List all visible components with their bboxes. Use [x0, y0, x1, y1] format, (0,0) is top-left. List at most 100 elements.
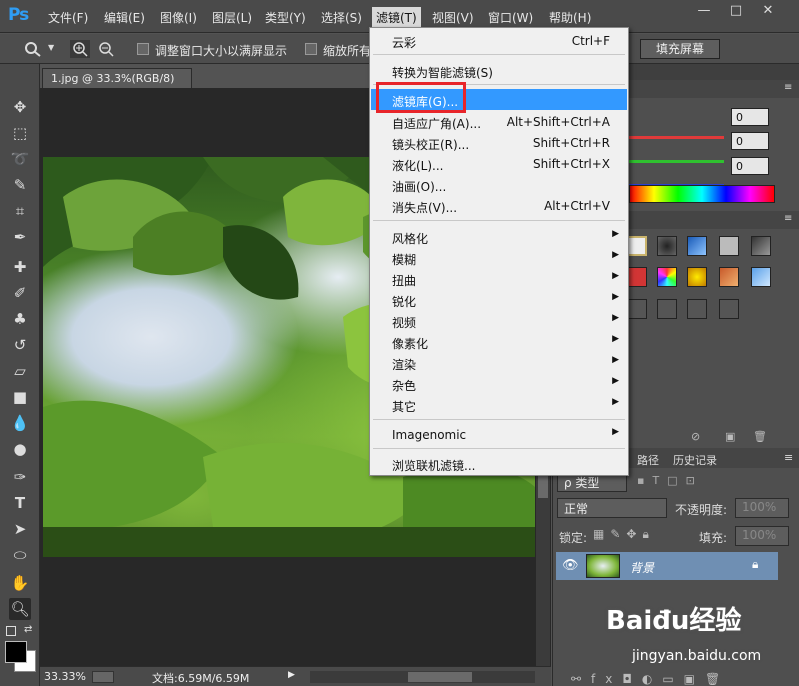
hand-tool-icon[interactable]: ✋: [9, 572, 31, 594]
menu-help[interactable]: 帮助(H): [549, 9, 591, 26]
minimize-button[interactable]: —: [692, 3, 716, 19]
close-button[interactable]: ✕: [756, 3, 780, 19]
style-swatch-chrome[interactable]: [751, 236, 771, 256]
menu-item-noise[interactable]: 杂色 ▶: [371, 373, 627, 394]
menu-item-clouds[interactable]: 云彩 Ctrl+F: [371, 30, 627, 51]
horizontal-scrollbar-thumb[interactable]: [408, 672, 472, 682]
default-colors-icon[interactable]: [6, 626, 16, 636]
type-tool-icon[interactable]: T: [9, 492, 31, 514]
menu-item-render[interactable]: 渲染 ▶: [371, 352, 627, 373]
green-value-input[interactable]: 0: [731, 132, 769, 150]
menu-item-pixelate[interactable]: 像素化 ▶: [371, 331, 627, 352]
menu-item-convert-smart-filters[interactable]: 转换为智能滤镜(S): [371, 60, 627, 81]
menu-type[interactable]: 类型(Y): [265, 9, 306, 26]
swap-colors-icon[interactable]: ⇄: [24, 624, 32, 635]
menu-layer[interactable]: 图层(L): [212, 9, 252, 26]
maximize-button[interactable]: □: [724, 3, 748, 19]
zoom-level[interactable]: 33.33%: [44, 670, 86, 683]
layer-thumbnail[interactable]: [586, 554, 620, 578]
menu-filter[interactable]: 滤镜(T): [372, 7, 421, 28]
layer-name[interactable]: 背景: [630, 559, 654, 576]
history-brush-tool-icon[interactable]: ↺: [9, 334, 31, 356]
quick-select-tool-icon[interactable]: ✎: [9, 174, 31, 196]
menu-edit[interactable]: 编辑(E): [104, 9, 145, 26]
lock-icons[interactable]: ▦✎✥🔒︎: [593, 527, 655, 542]
menu-select[interactable]: 选择(S): [321, 9, 362, 26]
menu-item-liquify[interactable]: 液化(L)... Shift+Ctrl+X: [371, 153, 627, 174]
marquee-tool-icon[interactable]: ⬚: [9, 122, 31, 144]
menu-item-video[interactable]: 视频 ▶: [371, 310, 627, 331]
zoom-all-checkbox[interactable]: [305, 43, 317, 55]
delete-style-icon[interactable]: 🗑︎: [753, 430, 767, 443]
brush-tool-icon[interactable]: ✐: [9, 282, 31, 304]
style-swatch-copper[interactable]: [719, 267, 739, 287]
menu-window[interactable]: 窗口(W): [488, 9, 533, 26]
menu-item-adaptive-wide-angle[interactable]: 自适应广角(A)... Alt+Shift+Ctrl+A: [371, 111, 627, 132]
menu-item-imagenomic[interactable]: Imagenomic ▶: [371, 424, 627, 445]
style-swatch-dark[interactable]: [657, 236, 677, 256]
menu-view[interactable]: 视图(V): [432, 9, 474, 26]
style-swatch-rainbow[interactable]: [657, 267, 677, 287]
healing-brush-tool-icon[interactable]: ✚: [9, 256, 31, 278]
share-icon[interactable]: [92, 671, 114, 683]
style-swatch-gold[interactable]: [687, 267, 707, 287]
layer-filter-icons[interactable]: ▪T□⊡: [637, 474, 777, 490]
fill-input[interactable]: 100%: [735, 526, 789, 546]
style-swatch-empty-2[interactable]: [657, 299, 677, 319]
zoom-in-icon[interactable]: [70, 40, 90, 58]
eraser-tool-icon[interactable]: ▱: [9, 360, 31, 382]
tab-history[interactable]: 历史记录: [673, 452, 717, 468]
style-swatch-red[interactable]: [627, 267, 647, 287]
path-selection-tool-icon[interactable]: ➤: [9, 518, 31, 540]
zoom-tool-icon[interactable]: [24, 41, 42, 57]
dodge-tool-icon[interactable]: ●: [9, 438, 31, 460]
tab-paths[interactable]: 路径: [637, 452, 659, 468]
menu-item-distort[interactable]: 扭曲 ▶: [371, 268, 627, 289]
foreground-color-swatch[interactable]: [5, 641, 27, 663]
tool-preset-chevron-down-icon[interactable]: ▼: [48, 43, 54, 52]
move-tool-icon[interactable]: ✥: [9, 96, 31, 118]
green-slider[interactable]: [629, 160, 724, 163]
menu-item-sharpen[interactable]: 锐化 ▶: [371, 289, 627, 310]
crop-tool-icon[interactable]: ⌗: [9, 200, 31, 222]
style-swatch-none[interactable]: [627, 236, 647, 256]
ellipse-tool-icon[interactable]: ⬭: [9, 544, 31, 566]
document-tab[interactable]: 1.jpg @ 33.3%(RGB/8) ×: [42, 68, 192, 98]
style-swatch-glass[interactable]: [751, 267, 771, 287]
scrollbar-thumb[interactable]: [538, 476, 548, 498]
style-swatch-empty-4[interactable]: [719, 299, 739, 319]
status-arrow-icon[interactable]: ▶: [288, 670, 295, 680]
menu-item-lens-correction[interactable]: 镜头校正(R)... Shift+Ctrl+R: [371, 132, 627, 153]
layer-bottom-icons[interactable]: ⚯fx◘◐▭▣🗑︎: [571, 672, 730, 686]
blue-value-input[interactable]: 0: [731, 157, 769, 175]
clear-style-icon[interactable]: ⊘: [691, 430, 700, 443]
menu-item-stylize[interactable]: 风格化 ▶: [371, 226, 627, 247]
new-style-icon[interactable]: ▣: [725, 430, 735, 443]
menu-item-vanishing-point[interactable]: 消失点(V)... Alt+Ctrl+V: [371, 195, 627, 216]
menu-item-blur[interactable]: 模糊 ▶: [371, 247, 627, 268]
style-swatch-empty-1[interactable]: [627, 299, 647, 319]
menu-item-browse-filters-online[interactable]: 浏览联机滤镜...: [371, 453, 627, 474]
clone-stamp-tool-icon[interactable]: ♣: [9, 308, 31, 330]
fill-screen-button[interactable]: 填充屏幕: [640, 39, 720, 59]
styles-panel-menu-icon[interactable]: ≡: [784, 213, 792, 224]
blur-tool-icon[interactable]: 💧: [9, 412, 31, 434]
eyedropper-tool-icon[interactable]: ✒: [9, 226, 31, 248]
opacity-input[interactable]: 100%: [735, 498, 789, 518]
style-swatch-blue[interactable]: [687, 236, 707, 256]
style-swatch-gray[interactable]: [719, 236, 739, 256]
resize-windows-checkbox[interactable]: [137, 43, 149, 55]
style-swatch-empty-3[interactable]: [687, 299, 707, 319]
red-slider[interactable]: [629, 136, 724, 139]
menu-file[interactable]: 文件(F): [48, 9, 88, 26]
layers-panel-menu-icon[interactable]: ≡: [784, 451, 793, 464]
zoom-out-icon[interactable]: [96, 40, 116, 58]
menu-item-oil-paint[interactable]: 油画(O)...: [371, 174, 627, 195]
visibility-eye-icon[interactable]: 👁︎: [562, 558, 579, 573]
blend-mode-select[interactable]: 正常: [557, 498, 667, 518]
pen-tool-icon[interactable]: ✑: [9, 466, 31, 488]
color-spectrum-bar[interactable]: [629, 185, 775, 203]
menu-image[interactable]: 图像(I): [160, 9, 197, 26]
zoom-tool-icon[interactable]: 🔍︎: [9, 598, 31, 620]
layer-row[interactable]: 👁︎ 背景 🔒︎: [556, 552, 778, 580]
